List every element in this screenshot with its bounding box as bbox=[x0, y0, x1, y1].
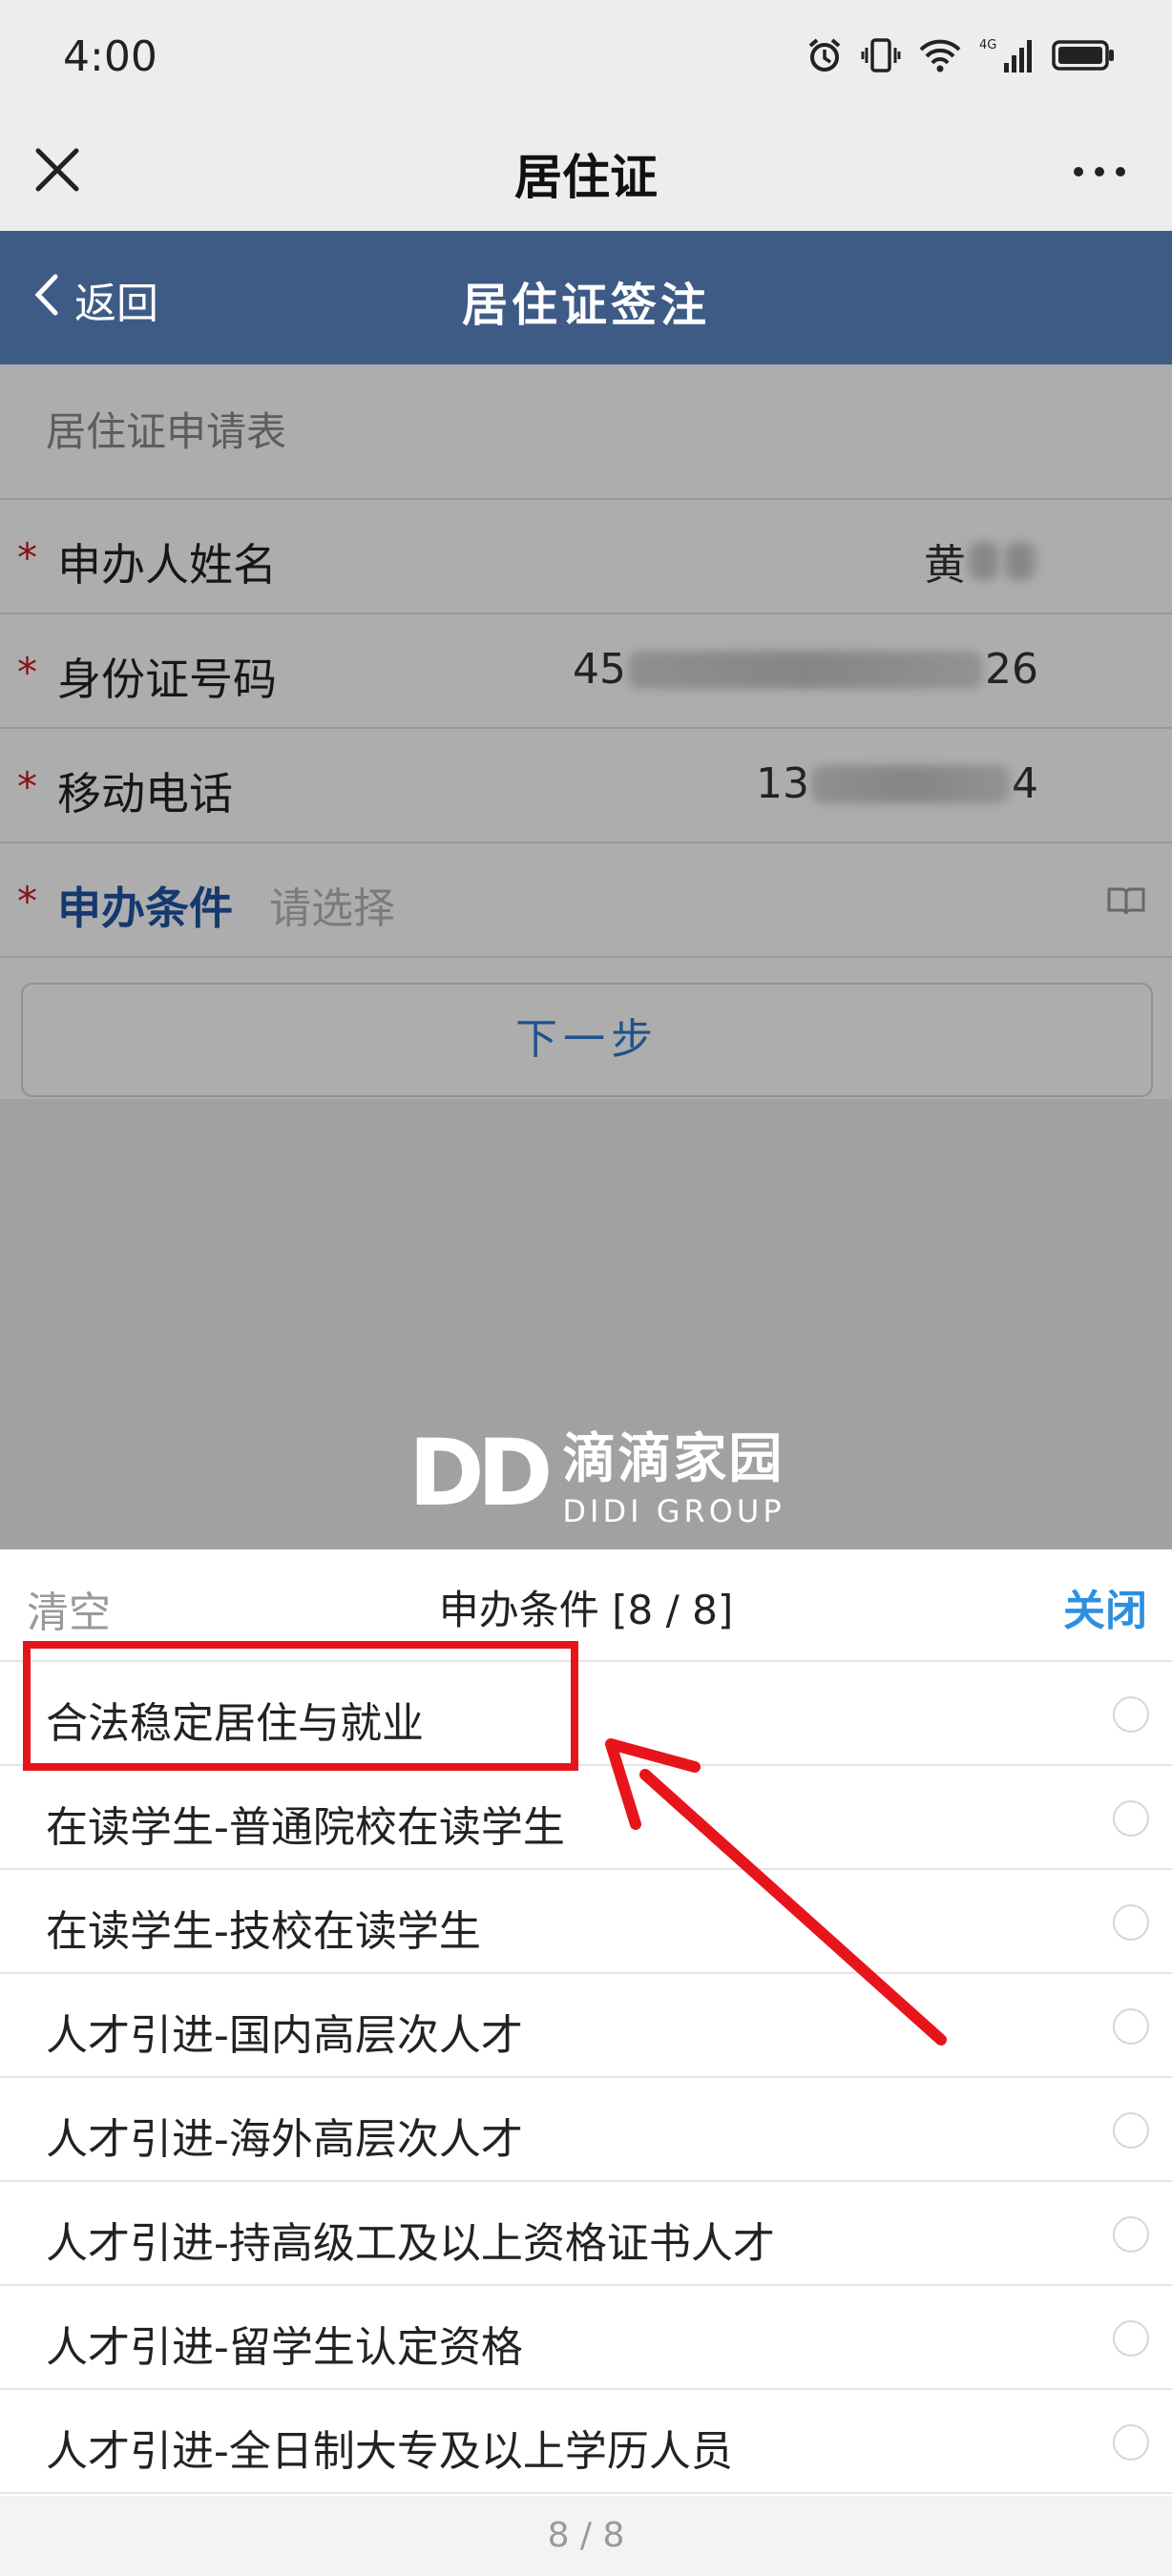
radio-button[interactable] bbox=[1113, 2216, 1149, 2253]
picker-option[interactable]: 在读学生-技校在读学生 bbox=[0, 1870, 1172, 1974]
modal-overlay[interactable] bbox=[0, 364, 1172, 1549]
picker-page-indicator: 8 / 8 bbox=[0, 2496, 1172, 2576]
more-icon[interactable] bbox=[1071, 153, 1128, 191]
picker-title: 申办条件 [8 / 8] bbox=[438, 1587, 734, 1633]
watermark-subtitle: DIDI GROUP bbox=[562, 1493, 785, 1529]
status-icons: 4G bbox=[806, 36, 1115, 78]
radio-button[interactable] bbox=[1113, 2112, 1149, 2149]
option-label: 在读学生-技校在读学生 bbox=[46, 1907, 481, 1956]
svg-text:4G: 4G bbox=[979, 38, 996, 52]
radio-button[interactable] bbox=[1113, 1800, 1149, 1837]
picker-option[interactable]: 人才引进-海外高层次人才 bbox=[0, 2078, 1172, 2182]
status-time: 4:00 bbox=[63, 32, 157, 81]
wechat-title-bar: 居住证 bbox=[0, 114, 1172, 231]
close-button[interactable]: 关闭 bbox=[1063, 1576, 1147, 1637]
radio-button[interactable] bbox=[1113, 1904, 1149, 1941]
option-label: 人才引进-海外高层次人才 bbox=[46, 2115, 523, 2164]
status-bar: 4:00 4G bbox=[0, 0, 1172, 114]
picker-option[interactable]: 人才引进-留学生认定资格 bbox=[0, 2286, 1172, 2390]
option-label: 人才引进-持高级工及以上资格证书人才 bbox=[46, 2219, 775, 2268]
wifi-icon bbox=[918, 36, 962, 78]
radio-button[interactable] bbox=[1113, 2008, 1149, 2045]
watermark-logo: DD 滴滴家园 DIDI GROUP bbox=[408, 1416, 785, 1530]
alarm-icon bbox=[806, 36, 844, 78]
header-title: 居住证签注 bbox=[461, 279, 710, 332]
option-label: 人才引进-留学生认定资格 bbox=[46, 2323, 523, 2372]
picker-option[interactable]: 人才引进-持高级工及以上资格证书人才 bbox=[0, 2182, 1172, 2286]
picker-option[interactable]: 人才引进-全日制大专及以上学历人员 bbox=[0, 2390, 1172, 2494]
battery-icon bbox=[1052, 36, 1115, 78]
page-title: 居住证 bbox=[514, 150, 658, 205]
vibrate-icon bbox=[861, 36, 901, 78]
annotation-highlight-box bbox=[23, 1641, 578, 1771]
option-label: 在读学生-普通院校在读学生 bbox=[46, 1803, 565, 1852]
radio-button[interactable] bbox=[1113, 1696, 1149, 1733]
option-label: 人才引进-全日制大专及以上学历人员 bbox=[46, 2427, 733, 2476]
page-header: 返回 居住证签注 bbox=[0, 231, 1172, 364]
picker-option[interactable]: 人才引进-国内高层次人才 bbox=[0, 1974, 1172, 2078]
signal-4g-icon: 4G bbox=[979, 36, 1035, 78]
picker-option[interactable]: 在读学生-普通院校在读学生 bbox=[0, 1766, 1172, 1870]
watermark-mark: DD bbox=[408, 1419, 553, 1527]
watermark-name: 滴滴家园 bbox=[562, 1428, 785, 1490]
radio-button[interactable] bbox=[1113, 2424, 1149, 2461]
option-label: 人才引进-国内高层次人才 bbox=[46, 2011, 523, 2060]
radio-button[interactable] bbox=[1113, 2320, 1149, 2357]
